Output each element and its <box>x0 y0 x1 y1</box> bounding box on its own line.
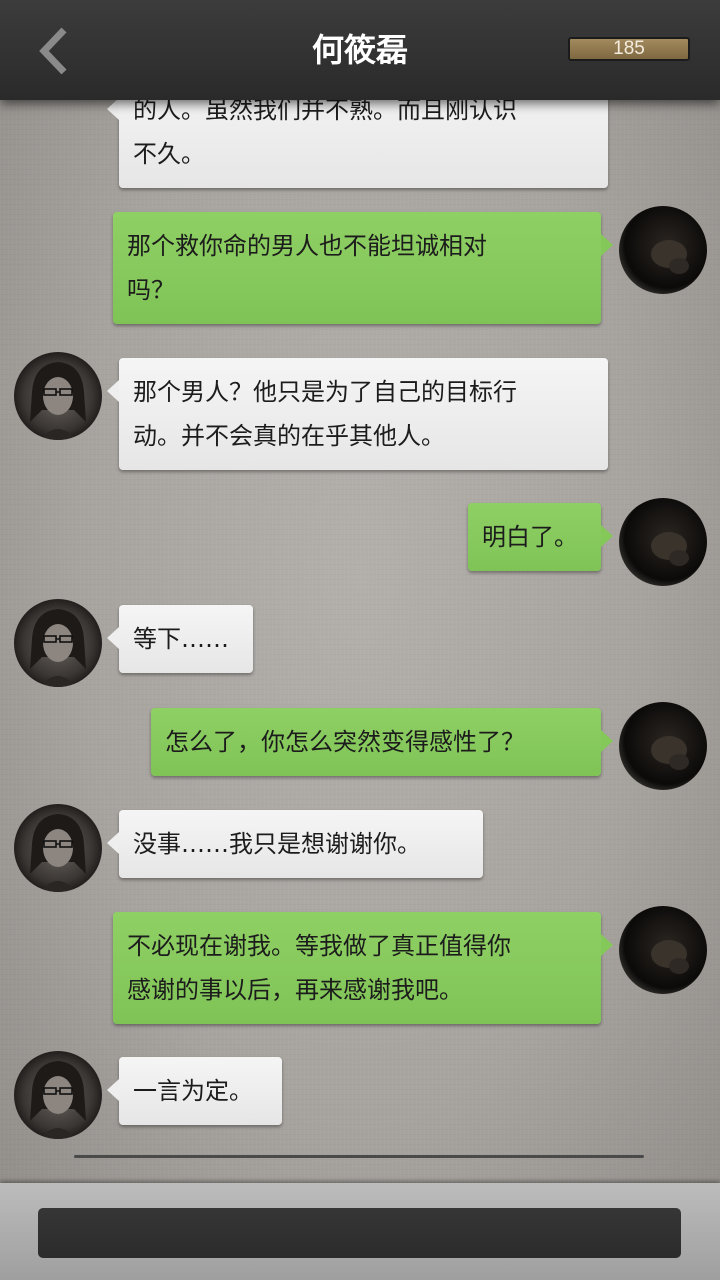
self-avatar[interactable] <box>619 906 707 994</box>
chat-divider <box>74 1155 644 1158</box>
reply-input-bar[interactable] <box>38 1208 681 1258</box>
message-line: 动。并不会真的在乎其他人。 <box>133 422 445 450</box>
outgoing-message-bubble: 怎么了，你怎么突然变得感性了？ <box>151 708 613 776</box>
incoming-message-bubble: 等下…… <box>107 605 253 673</box>
partner-avatar[interactable] <box>14 599 102 687</box>
message-line: 不必现在谢我。等我做了真正值得你 <box>127 932 511 960</box>
outgoing-message-bubble: 那个救你命的男人也不能坦诚相对 吗？ <box>113 212 613 324</box>
self-portrait-icon <box>651 736 689 770</box>
partner-avatar[interactable] <box>14 1051 102 1139</box>
partner-portrait-icon <box>30 609 86 687</box>
chevron-left-icon <box>39 27 67 75</box>
outgoing-message-bubble: 不必现在谢我。等我做了真正值得你 感谢的事以后，再来感谢我吧。 <box>113 912 613 1024</box>
message-line: 感谢的事以后，再来感谢我吧。 <box>127 976 463 1004</box>
partner-portrait-icon <box>30 362 86 440</box>
message-line: 不久。 <box>133 140 205 168</box>
incoming-message-bubble: 那个男人？他只是为了自己的目标行 动。并不会真的在乎其他人。 <box>107 358 608 470</box>
self-portrait-icon <box>651 240 689 274</box>
self-portrait-icon <box>651 532 689 566</box>
outgoing-message-bubble: 明白了。 <box>468 503 613 571</box>
incoming-message-bubble: 的人。虽然我们并不熟。而且刚认识 不久。 <box>107 100 608 188</box>
message-line: 怎么了，你怎么突然变得感性了？ <box>165 728 525 756</box>
message-line: 没事……我只是想谢谢你。 <box>133 830 421 858</box>
message-line: 吗？ <box>127 276 175 304</box>
chat-area[interactable]: 的人。虽然我们并不熟。而且刚认识 不久。 那个救你命的男人也不能坦诚相对 吗？ … <box>0 100 720 1155</box>
incoming-message-bubble: 没事……我只是想谢谢你。 <box>107 810 483 878</box>
self-portrait-icon <box>651 940 689 974</box>
partner-avatar[interactable] <box>14 352 102 440</box>
message-line: 那个救你命的男人也不能坦诚相对 <box>127 232 487 260</box>
partner-portrait-icon <box>30 814 86 892</box>
self-avatar[interactable] <box>619 702 707 790</box>
back-button[interactable] <box>34 26 74 76</box>
incoming-message-bubble: 一言为定。 <box>107 1057 282 1125</box>
message-line: 那个男人？他只是为了自己的目标行 <box>133 378 517 406</box>
message-line: 等下…… <box>133 625 229 653</box>
partner-portrait-icon <box>30 1061 86 1139</box>
message-line: 的人。虽然我们并不熟。而且刚认识 <box>133 100 517 124</box>
self-avatar[interactable] <box>619 206 707 294</box>
top-bar: 何筱磊 185 <box>0 0 720 100</box>
message-line: 一言为定。 <box>133 1077 253 1105</box>
bottom-bar <box>0 1183 720 1280</box>
self-avatar[interactable] <box>619 498 707 586</box>
partner-avatar[interactable] <box>14 804 102 892</box>
contact-name-title: 何筱磊 <box>311 31 408 69</box>
currency-counter: 185 <box>568 37 690 61</box>
message-line: 明白了。 <box>482 523 578 551</box>
